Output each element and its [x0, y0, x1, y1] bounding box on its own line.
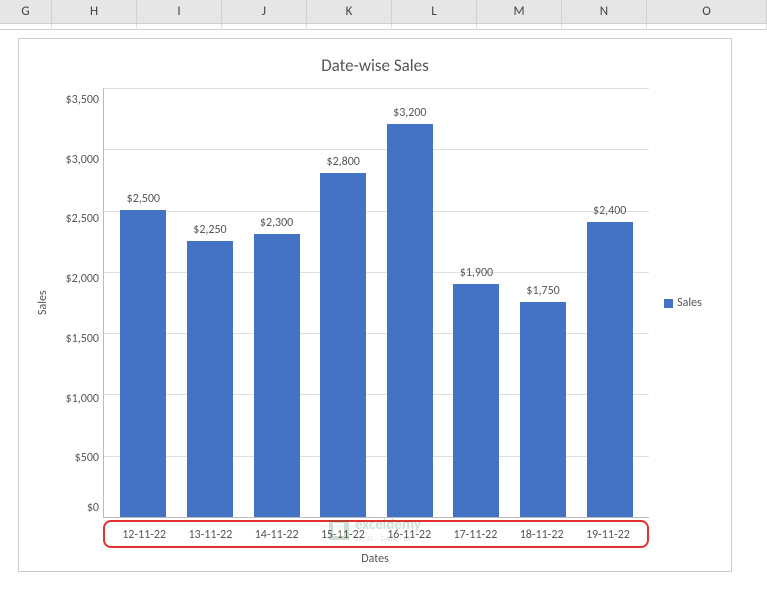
data-label: $2,800 [326, 155, 359, 169]
column-header-O[interactable]: O [647, 0, 767, 23]
data-label: $2,500 [127, 192, 160, 206]
bar-wrap: $3,200 [382, 106, 438, 517]
bar[interactable] [187, 241, 233, 517]
y-axis-title: Sales [33, 88, 53, 518]
gridline [104, 88, 649, 89]
x-tick: 19-11-22 [580, 528, 636, 542]
bar-wrap: $2,250 [182, 223, 238, 517]
legend: Sales [649, 88, 717, 518]
cell[interactable] [647, 24, 767, 30]
bar[interactable] [587, 222, 633, 517]
x-tick: 14-11-22 [249, 528, 305, 542]
data-label: $1,750 [526, 284, 559, 298]
column-header-H[interactable]: H [52, 0, 137, 23]
bar-wrap: $1,750 [515, 284, 571, 517]
bar[interactable] [387, 124, 433, 517]
column-header-N[interactable]: N [562, 0, 647, 23]
cell[interactable] [222, 24, 307, 30]
y-tick: $500 [53, 452, 99, 464]
bar-wrap: $2,400 [582, 204, 638, 517]
bar[interactable] [453, 284, 499, 517]
bar[interactable] [520, 302, 566, 517]
column-header-K[interactable]: K [307, 0, 392, 23]
bar[interactable] [320, 173, 366, 517]
y-tick: $3,500 [53, 94, 99, 106]
cell[interactable] [137, 24, 222, 30]
gridline [104, 149, 649, 150]
y-tick: $0 [53, 502, 99, 514]
data-label: $2,250 [193, 223, 226, 237]
x-tick: 12-11-22 [116, 528, 172, 542]
cell[interactable] [52, 24, 137, 30]
cell[interactable] [392, 24, 477, 30]
data-label: $2,400 [593, 204, 626, 218]
legend-swatch [664, 299, 673, 308]
column-header-L[interactable]: L [392, 0, 477, 23]
watermark-brand: exceldemy [355, 516, 421, 534]
bar-wrap: $2,300 [249, 216, 305, 517]
bar-wrap: $2,500 [115, 192, 171, 517]
sheet-body: Date-wise Sales Sales $3,500 $3,000 $2,500… [0, 30, 767, 591]
cell[interactable] [562, 24, 647, 30]
watermark-tag: EXCEL · DATA · BI [355, 534, 421, 543]
column-header-G[interactable]: G [0, 0, 52, 23]
data-label: $3,200 [393, 106, 426, 120]
cell[interactable] [0, 24, 52, 30]
gridline [104, 211, 649, 212]
column-header-J[interactable]: J [222, 0, 307, 23]
cell[interactable] [477, 24, 562, 30]
x-tick: 13-11-22 [182, 528, 238, 542]
watermark-icon [329, 520, 349, 540]
column-headers: GHIJKLMNO [0, 0, 767, 24]
y-tick: $1,500 [53, 333, 99, 345]
plot-area: $2,500 $2,250 $2,300 $2,800 $3,200 $1,900 $1,7… [103, 88, 649, 518]
x-tick: 17-11-22 [447, 528, 503, 542]
y-ticks: $3,500 $3,000 $2,500 $2,000 $1,500 $1,000 $500… [53, 88, 103, 518]
column-header-I[interactable]: I [137, 0, 222, 23]
y-tick: $2,000 [53, 273, 99, 285]
watermark: exceldemy EXCEL · DATA · BI [329, 516, 421, 543]
chart-main: Sales $3,500 $3,000 $2,500 $2,000 $1,500 $1,0… [33, 88, 717, 518]
y-tick: $3,000 [53, 154, 99, 166]
bar[interactable] [254, 234, 300, 517]
legend-label: Sales [677, 296, 702, 310]
y-tick: $2,500 [53, 213, 99, 225]
data-label: $2,300 [260, 216, 293, 230]
row-strip [0, 24, 767, 30]
column-header-M[interactable]: M [477, 0, 562, 23]
chart-title: Date-wise Sales [33, 55, 717, 76]
bar-wrap: $2,800 [315, 155, 371, 517]
cell[interactable] [307, 24, 392, 30]
bar[interactable] [120, 210, 166, 517]
chart-container[interactable]: Date-wise Sales Sales $3,500 $3,000 $2,500… [18, 38, 732, 572]
x-tick: 18-11-22 [514, 528, 570, 542]
bar-wrap: $1,900 [448, 266, 504, 517]
data-label: $1,900 [460, 266, 493, 280]
x-axis-title: Dates [33, 552, 717, 566]
y-tick: $1,000 [53, 393, 99, 405]
